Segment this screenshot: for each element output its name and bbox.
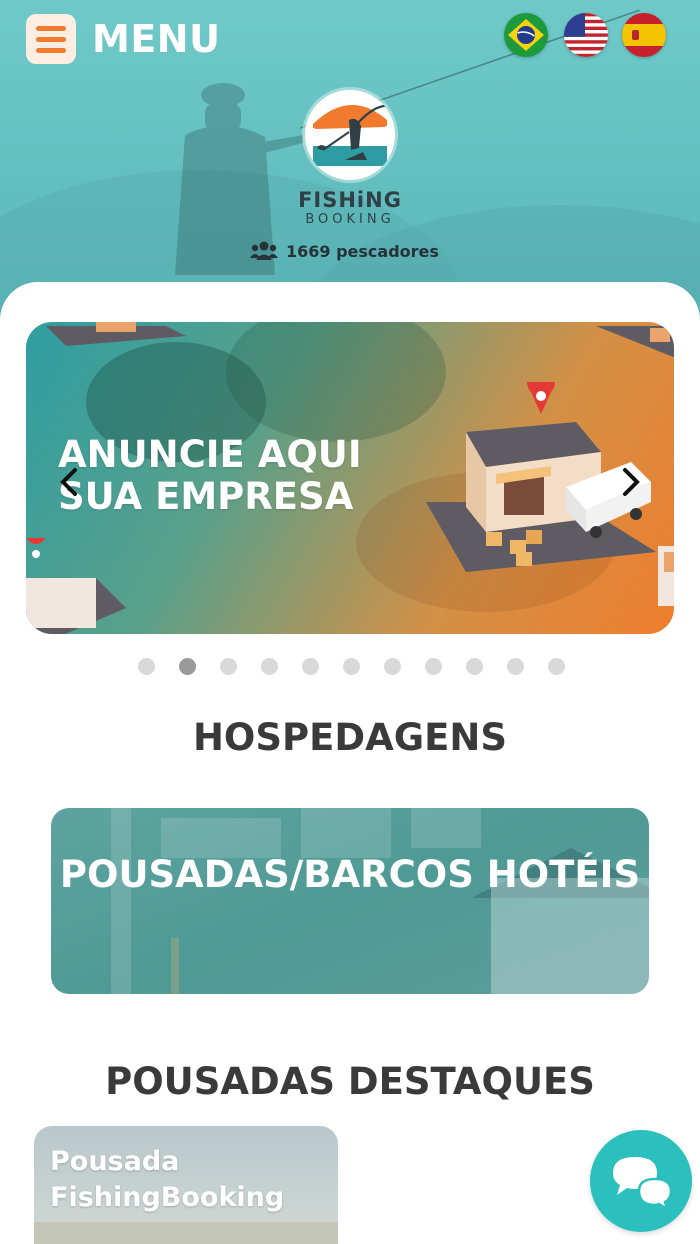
fishing-logo-icon — [305, 90, 395, 180]
featured-section-title: POUSADAS DESTAQUES — [105, 1060, 595, 1103]
carousel-dot[interactable] — [220, 658, 237, 675]
category-card-title: POUSADAS/BARCOS HOTÉIS — [59, 853, 641, 896]
spain-flag-icon[interactable] — [622, 13, 666, 57]
carousel-dot[interactable] — [343, 658, 360, 675]
chevron-right-icon — [623, 468, 640, 496]
decorative-building — [26, 538, 126, 634]
carousel-dot[interactable] — [384, 658, 401, 675]
decorative-building — [46, 322, 186, 346]
carousel-prev-button[interactable] — [54, 462, 84, 502]
promo-carousel-slide[interactable]: ANUNCIE AQUI SUA EMPRESA — [26, 322, 674, 634]
carousel-pagination — [138, 658, 565, 675]
carousel-dot-active[interactable] — [179, 658, 196, 675]
chevron-left-icon — [60, 468, 77, 496]
brand-name: FISHiNG — [298, 188, 402, 212]
chat-button[interactable] — [590, 1130, 692, 1232]
menu-button[interactable] — [26, 14, 76, 64]
carousel-slide-title: ANUNCIE AQUI SUA EMPRESA — [58, 433, 362, 518]
brazil-flag-icon[interactable] — [504, 13, 548, 57]
carousel-dot[interactable] — [261, 658, 278, 675]
brand-logo[interactable] — [305, 90, 395, 180]
users-icon — [250, 241, 278, 260]
brand-subtitle: BOOKING — [305, 212, 395, 227]
chat-bubbles-icon — [613, 1157, 673, 1209]
carousel-dot[interactable] — [548, 658, 565, 675]
pousadas-barcos-hoteis-card[interactable]: POUSADAS/BARCOS HOTÉIS — [51, 808, 649, 994]
decorative-building — [596, 326, 674, 358]
fishers-count: 1669 pescadores — [250, 238, 470, 264]
usa-flag-icon[interactable] — [564, 13, 608, 57]
carousel-dot[interactable] — [507, 658, 524, 675]
carousel-dot[interactable] — [138, 658, 155, 675]
carousel-dot[interactable] — [425, 658, 442, 675]
featured-pousada-card[interactable]: Pousada FishingBooking — [34, 1126, 338, 1244]
featured-pousada-name: Pousada FishingBooking — [50, 1146, 285, 1213]
carousel-dot[interactable] — [466, 658, 483, 675]
carousel-dot[interactable] — [302, 658, 319, 675]
carousel-next-button[interactable] — [616, 462, 646, 502]
menu-label[interactable]: MENU — [92, 14, 220, 64]
hamburger-icon — [36, 25, 66, 31]
lodging-section-title: HOSPEDAGENS — [192, 716, 508, 759]
fishers-count-label: 1669 pescadores — [286, 241, 439, 261]
